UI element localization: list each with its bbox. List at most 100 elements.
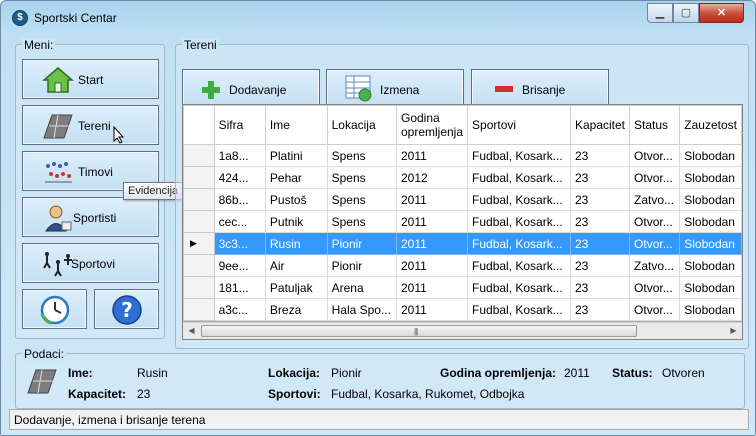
column-header[interactable]: Ime — [264, 105, 328, 145]
table-cell[interactable]: 23 — [569, 210, 631, 233]
table-cell[interactable]: Slobodan — [679, 298, 742, 321]
table-cell[interactable]: 23 — [569, 188, 631, 211]
table-cell[interactable]: Spens — [326, 210, 397, 233]
table-cell[interactable]: 9ee... — [213, 254, 266, 277]
table-cell[interactable]: a3c... — [213, 298, 266, 321]
table-cell[interactable]: Air — [264, 254, 328, 277]
table-cell[interactable]: Fudbal, Kosark... — [467, 254, 571, 277]
dodavanje-button[interactable]: Dodavanje — [182, 69, 320, 109]
column-header[interactable]: Godina opremljenja — [395, 105, 469, 145]
table-cell[interactable]: Otvor... — [629, 210, 681, 233]
table-cell[interactable]: Fudbal, Kosark... — [467, 166, 571, 189]
table-cell[interactable]: Zatvo... — [629, 188, 681, 211]
tereni-grid[interactable]: Sifra Ime Lokacija Godina opremljenja Sp… — [182, 104, 743, 340]
row-header[interactable] — [183, 276, 215, 299]
table-cell[interactable]: 424... — [213, 166, 266, 189]
tereni-button[interactable]: Tereni — [22, 105, 159, 145]
column-header[interactable]: Sifra — [213, 105, 266, 145]
table-cell[interactable]: Fudbal, Kosark... — [467, 298, 571, 321]
refresh-button[interactable] — [22, 289, 87, 329]
scroll-left-icon[interactable]: ◀ — [183, 323, 200, 339]
table-cell[interactable]: Zatvo... — [629, 254, 681, 277]
table-cell[interactable]: 2011 — [395, 254, 469, 277]
table-cell[interactable]: Fudbal, Kosark... — [467, 232, 571, 255]
horizontal-scrollbar[interactable]: ◀ ||| ▶ — [183, 322, 742, 339]
row-header[interactable] — [183, 210, 215, 233]
table-cell[interactable]: 2011 — [395, 144, 469, 167]
table-cell[interactable]: Otvor... — [629, 298, 681, 321]
table-cell[interactable]: Platini — [264, 144, 328, 167]
table-row[interactable]: 1a8... Platini Spens 2011 Fudbal, Kosark... 2… — [183, 144, 742, 167]
column-header[interactable]: Status — [629, 105, 681, 145]
table-cell[interactable]: 23 — [569, 254, 631, 277]
table-cell[interactable]: Rusin — [264, 232, 328, 255]
table-cell[interactable]: 2011 — [395, 210, 469, 233]
table-cell[interactable]: 2012 — [395, 166, 469, 189]
table-row[interactable]: a3c... Breza Hala Spo... 2011 Fudbal, Kosark… — [183, 298, 742, 321]
table-cell[interactable]: 181... — [213, 276, 266, 299]
table-cell[interactable]: 23 — [569, 232, 631, 255]
row-header[interactable] — [183, 144, 215, 167]
table-cell[interactable]: Otvor... — [629, 166, 681, 189]
table-cell[interactable]: Pustoš — [264, 188, 328, 211]
table-cell[interactable]: Slobodan — [679, 254, 742, 277]
brisanje-button[interactable]: Brisanje — [471, 69, 609, 109]
table-row[interactable]: 86b... Pustoš Spens 2011 Fudbal, Kosark... 23… — [183, 188, 742, 211]
table-cell[interactable]: Otvor... — [629, 232, 681, 255]
table-cell[interactable]: Spens — [326, 144, 397, 167]
table-cell[interactable]: Fudbal, Kosark... — [467, 188, 571, 211]
table-cell[interactable]: 23 — [569, 276, 631, 299]
table-cell[interactable]: 2011 — [395, 188, 469, 211]
table-cell[interactable]: 86b... — [213, 188, 266, 211]
table-cell[interactable]: Breza — [264, 298, 328, 321]
table-cell[interactable]: 2011 — [395, 276, 469, 299]
scroll-right-icon[interactable]: ▶ — [725, 323, 742, 339]
close-button[interactable]: ✕ — [699, 3, 744, 23]
row-header[interactable] — [183, 188, 215, 211]
column-header[interactable]: Zauzetost — [679, 105, 742, 145]
table-cell[interactable]: Pionir — [326, 254, 397, 277]
table-cell[interactable]: Slobodan — [679, 166, 742, 189]
table-cell[interactable]: Fudbal, Kosark... — [467, 276, 571, 299]
table-cell[interactable]: Hala Spo... — [326, 298, 397, 321]
table-cell[interactable]: cec... — [213, 210, 266, 233]
start-button[interactable]: Start — [22, 59, 159, 99]
row-header[interactable] — [183, 298, 215, 321]
table-cell[interactable]: Putnik — [264, 210, 328, 233]
table-cell[interactable]: 1a8... — [213, 144, 266, 167]
izmena-button[interactable]: Izmena — [326, 69, 464, 109]
minimize-button[interactable]: ▁ — [647, 3, 673, 23]
row-header[interactable] — [183, 254, 215, 277]
table-cell[interactable]: Patuljak — [264, 276, 328, 299]
table-cell[interactable]: Otvor... — [629, 144, 681, 167]
table-row[interactable]: 9ee... Air Pionir 2011 Fudbal, Kosark... 23 Za… — [183, 254, 742, 277]
column-header[interactable]: Lokacija — [326, 105, 397, 145]
table-cell[interactable]: Arena — [326, 276, 397, 299]
row-header[interactable] — [183, 166, 215, 189]
table-cell[interactable]: 3c3... — [213, 232, 266, 255]
table-cell[interactable]: 2011 — [395, 232, 469, 255]
column-header[interactable]: Sportovi — [467, 105, 571, 145]
sportovi-button[interactable]: Sportovi — [22, 243, 159, 283]
maximize-button[interactable]: ▢ — [673, 3, 699, 23]
help-button[interactable]: ? — [94, 289, 159, 329]
scroll-thumb[interactable]: ||| — [201, 325, 637, 337]
table-cell[interactable]: 23 — [569, 144, 631, 167]
table-cell[interactable]: Slobodan — [679, 276, 742, 299]
table-cell[interactable]: Spens — [326, 188, 397, 211]
table-cell[interactable]: Slobodan — [679, 210, 742, 233]
table-cell[interactable]: Pionir — [326, 232, 397, 255]
table-row[interactable]: cec... Putnik Spens 2011 Fudbal, Kosark... 23… — [183, 210, 742, 233]
table-cell[interactable]: 23 — [569, 298, 631, 321]
column-header[interactable]: Kapacitet — [569, 105, 631, 145]
table-cell[interactable]: Otvor... — [629, 276, 681, 299]
table-row[interactable]: 181... Patuljak Arena 2011 Fudbal, Kosark...… — [183, 276, 742, 299]
table-row[interactable]: 424... Pehar Spens 2012 Fudbal, Kosark... 23 O… — [183, 166, 742, 189]
table-cell[interactable]: Fudbal, Kosark... — [467, 210, 571, 233]
table-cell[interactable]: Slobodan — [679, 188, 742, 211]
table-cell[interactable]: Slobodan — [679, 144, 742, 167]
table-cell[interactable]: Fudbal, Kosark... — [467, 144, 571, 167]
sportisti-button[interactable]: Sportisti — [22, 197, 159, 237]
row-header[interactable]: ▶ — [183, 232, 215, 255]
table-cell[interactable]: Pehar — [264, 166, 328, 189]
